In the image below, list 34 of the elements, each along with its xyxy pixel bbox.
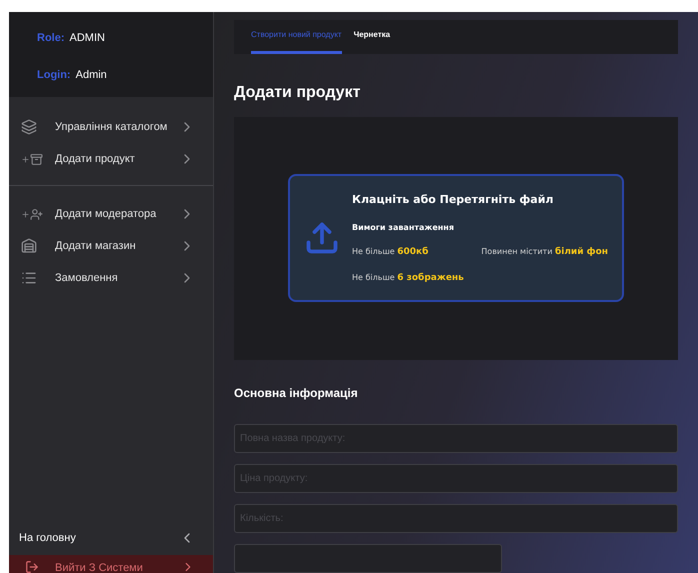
section-title: Основна інформація <box>234 385 359 402</box>
login-value: Admin <box>76 68 107 82</box>
item-label: Додати магазин <box>55 238 137 254</box>
item-label: Управління каталогом <box>55 120 168 135</box>
item-label: Додати модератора <box>55 206 158 222</box>
upload-subtitle: Вимоги завантаження <box>352 222 455 234</box>
upload-title: Клацніть або Перетягніть файл <box>352 192 554 208</box>
upload-area[interactable]: Клацніть або Перетягніть файл Вимоги завантаження Не більше 600кб Повинен містити білий фон Не більше 6 зображень <box>234 116 678 360</box>
item-label: Замовлення <box>55 270 119 286</box>
upload-icon <box>304 220 340 256</box>
logout-icon <box>25 560 39 573</box>
tab[interactable]: Чернетка <box>354 20 390 54</box>
warehouse-icon <box>21 238 37 254</box>
page-title: Додати продукт <box>234 82 362 103</box>
sidebar-item[interactable]: Додати модератора <box>9 198 213 230</box>
requirement-text: Не більше 6 зображень <box>352 272 464 285</box>
sidebar-item[interactable]: Додати магазин <box>9 230 213 262</box>
item-label: Додати продукт <box>55 152 136 167</box>
requirement-text: Не більше 600кб <box>352 246 430 260</box>
logout-button[interactable]: Вийти З Системи <box>9 555 213 573</box>
list-icon <box>21 270 37 286</box>
upload-card[interactable]: Клацніть або Перетягніть файл Вимоги завантаження Не більше 600кб Повинен містити білий фон Не більше 6 зображень <box>288 174 624 302</box>
home-link[interactable]: На головну <box>9 521 213 555</box>
sidebar-item[interactable]: Управління каталогом <box>9 111 213 143</box>
add-user-icon <box>21 208 43 220</box>
sidebar-item[interactable]: Додати продукт <box>9 143 213 175</box>
role-value: ADMIN <box>70 31 105 46</box>
requirement-text: Повинен містити білий фон <box>481 246 608 260</box>
role-label: Role: <box>37 31 64 46</box>
sidebar-item[interactable]: Замовлення <box>9 262 213 294</box>
layers-icon <box>21 119 37 135</box>
add-box-icon <box>21 152 43 166</box>
login-label: Login: <box>37 68 71 82</box>
input-field[interactable] <box>234 544 502 573</box>
